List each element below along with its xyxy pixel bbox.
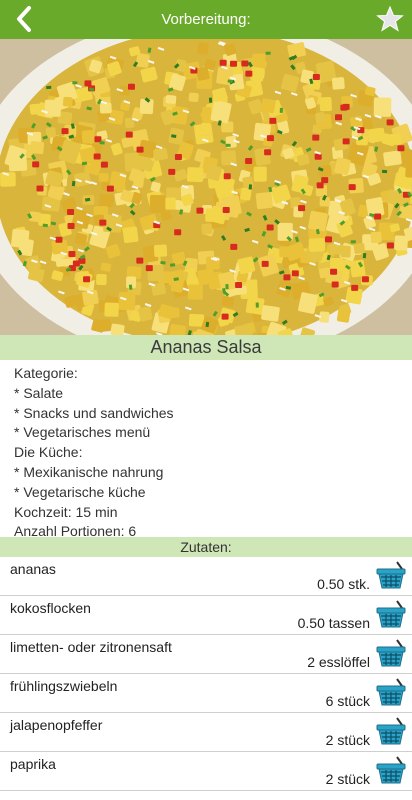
app-header: Vorbereitung: bbox=[0, 0, 412, 39]
cuisine-label: Die Küche: bbox=[14, 444, 83, 461]
recipe-title: Ananas Salsa bbox=[0, 335, 412, 360]
shopping-basket-icon[interactable] bbox=[375, 560, 407, 590]
ingredient-row: paprika 2 stück bbox=[0, 752, 412, 791]
ingredient-name: paprika bbox=[10, 756, 56, 772]
shopping-basket-icon[interactable] bbox=[375, 716, 407, 746]
ingredient-amount: 0.50 tassen bbox=[297, 615, 370, 631]
ingredient-row: limetten- oder zitronensaft 2 esslöffel bbox=[0, 635, 412, 674]
cuisine-item: * Vegetarische küche bbox=[14, 483, 146, 500]
ingredient-row: frühlingszwiebeln 6 stück bbox=[0, 674, 412, 713]
shopping-basket-icon[interactable] bbox=[375, 677, 407, 707]
category-item: * Vegetarisches menü bbox=[14, 424, 151, 441]
ingredient-name: kokosflocken bbox=[10, 600, 91, 616]
shopping-basket-icon[interactable] bbox=[375, 755, 407, 785]
ingredient-amount: 2 stück bbox=[325, 771, 370, 787]
ingredient-amount: 2 esslöffel bbox=[307, 654, 370, 670]
header-title: Vorbereitung: bbox=[161, 11, 251, 28]
ingredient-amount: 2 stück bbox=[325, 732, 370, 748]
recipe-photo bbox=[0, 39, 412, 335]
cuisine-item: * Mexikanische nahrung bbox=[14, 463, 164, 480]
ingredient-row: jalapenopfeffer 2 stück bbox=[0, 713, 412, 752]
ingredient-amount: 6 stück bbox=[325, 693, 370, 709]
ingredient-amount: 0.50 stk. bbox=[317, 576, 370, 592]
ingredient-name: ananas bbox=[10, 561, 56, 577]
category-item: * Snacks und sandwiches bbox=[14, 404, 174, 421]
ingredient-name: limetten- oder zitronensaft bbox=[10, 639, 172, 655]
recipe-info: Kategorie: * Salate * Snacks und sandwic… bbox=[0, 360, 412, 539]
ingredient-name: jalapenopfeffer bbox=[10, 717, 103, 733]
cook-time: Kochzeit: 15 min bbox=[14, 503, 118, 520]
ingredient-name: frühlingszwiebeln bbox=[10, 678, 118, 694]
category-label: Kategorie: bbox=[14, 365, 78, 381]
ingredient-list: ananas 0.50 stk. kokosflocken 0.50 tasse… bbox=[0, 557, 412, 791]
shopping-basket-icon[interactable] bbox=[375, 599, 407, 629]
back-arrow-icon[interactable] bbox=[10, 4, 40, 34]
category-item: * Salate bbox=[14, 384, 64, 401]
favorite-star-icon[interactable] bbox=[376, 5, 404, 33]
ingredient-row: ananas 0.50 stk. bbox=[0, 557, 412, 596]
ingredient-row: kokosflocken 0.50 tassen bbox=[0, 596, 412, 635]
shopping-basket-icon[interactable] bbox=[375, 638, 407, 668]
